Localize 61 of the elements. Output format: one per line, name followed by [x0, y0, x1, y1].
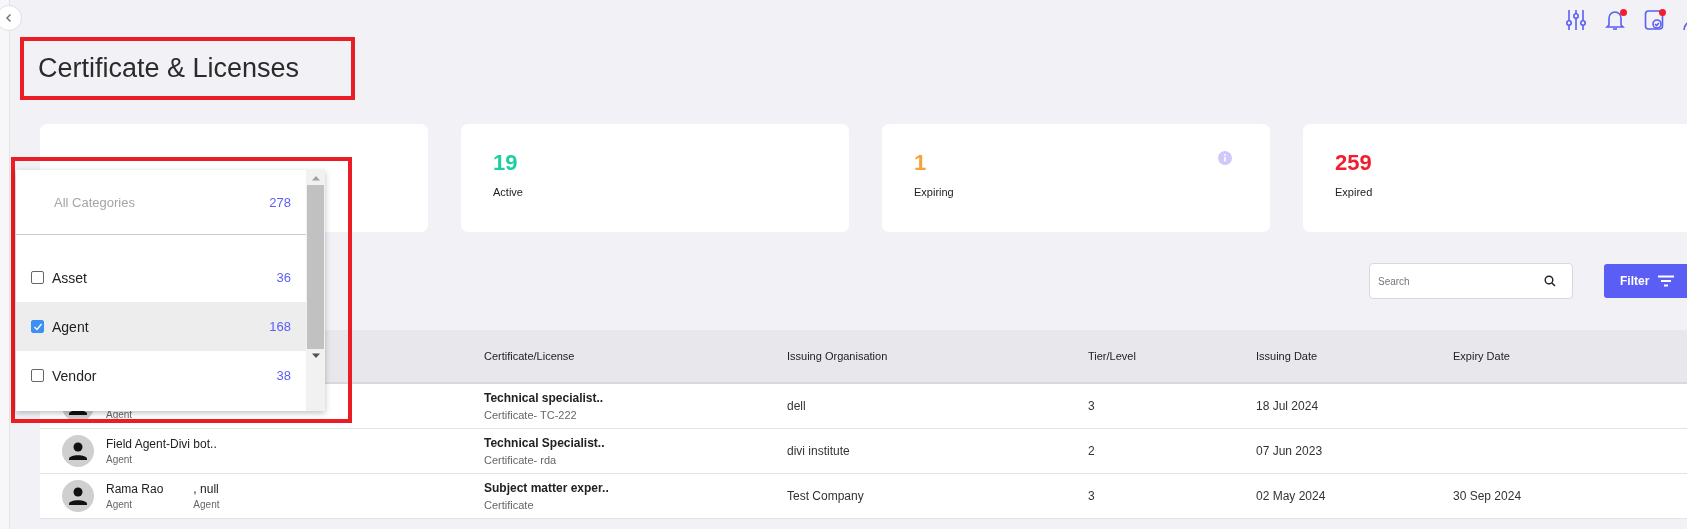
- sliders-icon[interactable]: [1566, 8, 1586, 31]
- person-role: Agent: [106, 409, 133, 420]
- person-role: Agent: [193, 499, 220, 510]
- stat-label: Expiring: [914, 186, 955, 198]
- dropdown-option[interactable]: All Categories 278: [16, 170, 306, 234]
- table-cell: 2: [1088, 444, 1095, 458]
- calendar-check-icon[interactable]: [1644, 8, 1664, 31]
- option-count: 36: [276, 270, 291, 285]
- table-cell: 02 May 2024: [1256, 489, 1326, 503]
- certificate-type: Certificate- TC-222: [484, 409, 577, 421]
- table-cell: 07 Jun 2023: [1256, 444, 1323, 458]
- checkbox[interactable]: [31, 271, 44, 284]
- filter-button[interactable]: Filter: [1604, 264, 1687, 298]
- stat-value: 1: [914, 150, 927, 176]
- certificate-type: Certificate: [484, 499, 534, 511]
- option-count: 38: [276, 368, 291, 383]
- person-name: , null: [193, 482, 220, 496]
- table-cell: 18 Jul 2024: [1256, 399, 1319, 413]
- table-cell: dell: [787, 399, 806, 413]
- table-cell: 3: [1088, 399, 1095, 413]
- certificate-name: Technical Specialist..: [484, 436, 605, 450]
- column-header: Issuing Organisation: [787, 350, 888, 362]
- option-label: Asset: [52, 269, 88, 286]
- scrollbar[interactable]: [306, 170, 325, 411]
- person-name: Rama Rao: [106, 482, 164, 496]
- person-name: Field Agent-Divi bot..: [106, 437, 217, 451]
- search-icon[interactable]: [1544, 275, 1556, 287]
- checkbox[interactable]: [31, 320, 44, 333]
- chevron-left-icon[interactable]: [4, 13, 14, 23]
- page-title: Certificate & Licenses: [20, 37, 356, 100]
- table-cell: 3: [1088, 489, 1095, 503]
- column-header: Issuing Date: [1256, 350, 1318, 362]
- filter-icon: [1657, 275, 1676, 287]
- option-count: 168: [269, 319, 291, 334]
- stat-value: 19: [493, 150, 518, 176]
- person-role: Agent: [106, 454, 134, 465]
- table-cell: divi institute: [787, 444, 850, 458]
- dropdown-option[interactable]: Asset 36: [16, 253, 306, 302]
- certificate-name: Technical specialist..: [484, 391, 604, 405]
- avatar-icon: [62, 435, 94, 467]
- person-role: Agent: [106, 499, 134, 510]
- table-cell: 30 Sep 2024: [1453, 489, 1522, 503]
- stat-label: Expired: [1335, 186, 1374, 198]
- certificate-type: Certificate- rda: [484, 454, 557, 466]
- scroll-up-icon[interactable]: [310, 175, 321, 181]
- column-header: Expiry Date: [1453, 350, 1510, 362]
- search-field[interactable]: Search: [1369, 263, 1573, 299]
- column-header: Certificate/License: [484, 350, 575, 362]
- dropdown-option[interactable]: Vendor 38: [16, 351, 306, 400]
- stat-label: Active: [493, 186, 524, 198]
- certificate-name: Subject matter exper..: [484, 481, 609, 495]
- checkbox[interactable]: [31, 369, 44, 382]
- scroll-down-icon[interactable]: [310, 353, 321, 359]
- stat-value: 259: [1335, 150, 1372, 176]
- option-label: Vendor: [52, 367, 98, 384]
- column-header: Tier/Level: [1088, 350, 1136, 362]
- option-label: Agent: [52, 318, 90, 335]
- bell-icon[interactable]: [1605, 8, 1625, 31]
- dropdown-option[interactable]: Agent 168: [16, 302, 306, 351]
- table-cell: Test Company: [787, 489, 864, 503]
- avatar-icon: [62, 480, 94, 512]
